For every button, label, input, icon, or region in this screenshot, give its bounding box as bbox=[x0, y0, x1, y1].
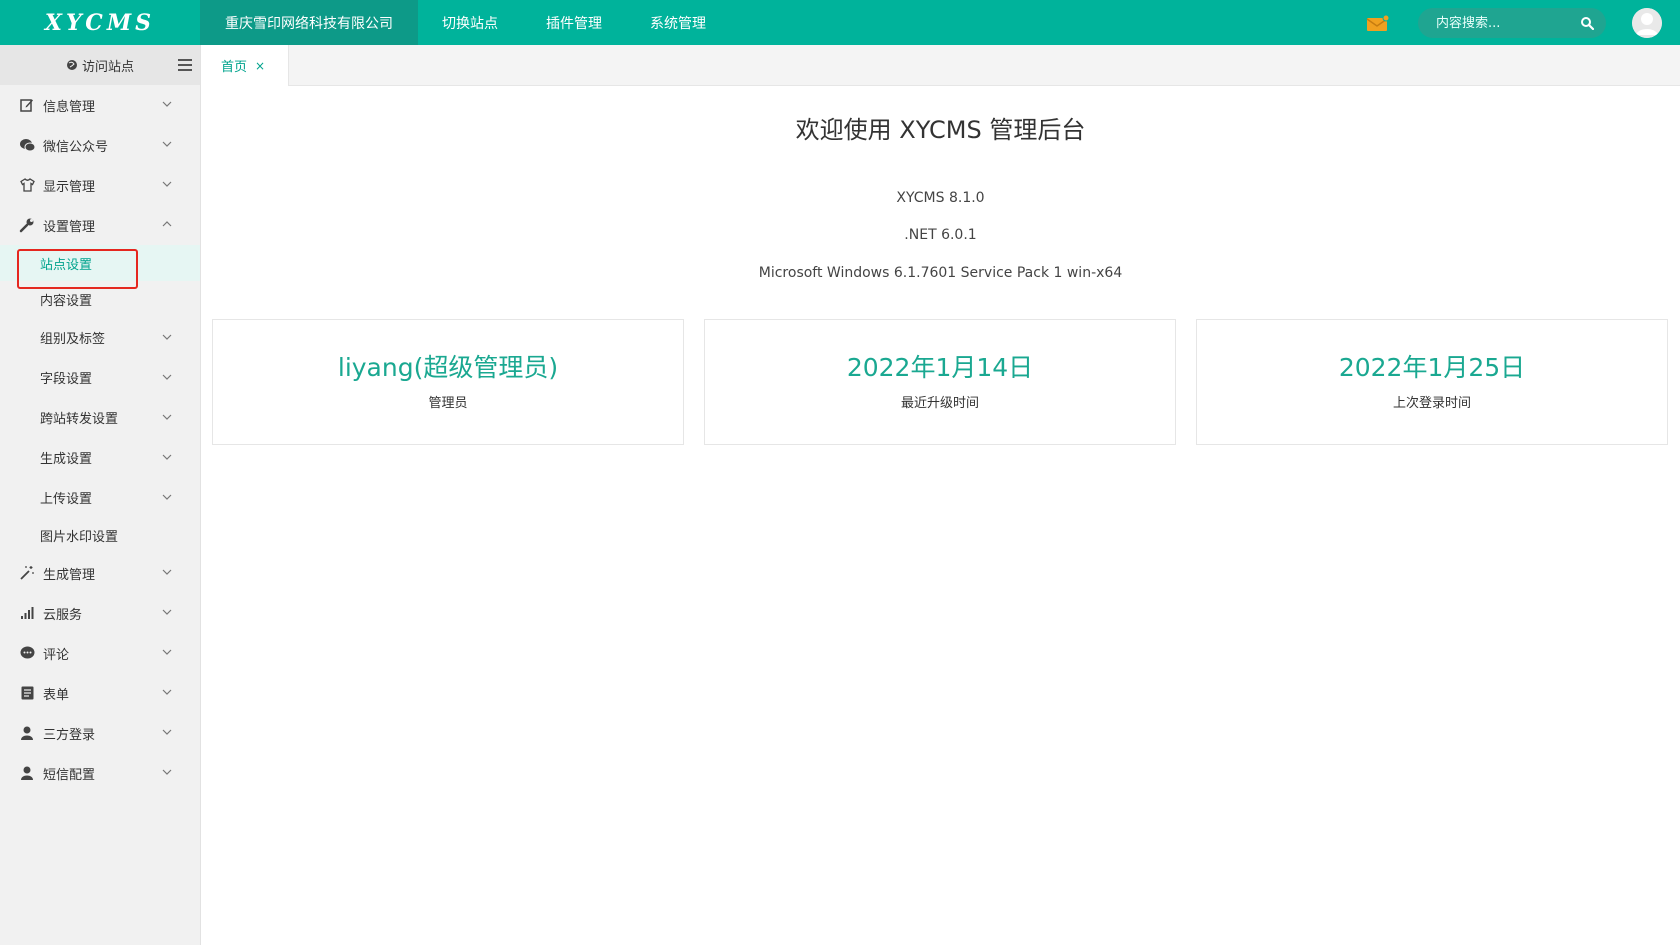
card-label: 上次登录时间 bbox=[1392, 396, 1471, 411]
sidebar-subitem-cross-site[interactable]: 跨站转发设置 bbox=[0, 397, 200, 437]
visit-site-label: 访问站点 bbox=[81, 59, 134, 75]
top-bar: XYCMS 重庆雪印网络科技有限公司 切换站点 插件管理 系统管理 bbox=[0, 0, 1680, 45]
tshirt-icon bbox=[19, 177, 35, 193]
version-os: Microsoft Windows 6.1.7601 Service Pack … bbox=[758, 265, 1123, 281]
wrench-icon bbox=[19, 217, 35, 233]
sidebar-subitem-site-settings[interactable]: 站点设置 bbox=[0, 245, 200, 281]
info-card-upgrade: 2022年1月14日 最近升级时间 bbox=[704, 319, 1176, 445]
top-nav: 重庆雪印网络科技有限公司 切换站点 插件管理 系统管理 bbox=[200, 0, 730, 45]
chevron-down-icon bbox=[162, 454, 172, 460]
wechat-icon bbox=[19, 137, 35, 153]
chevron-down-icon bbox=[162, 769, 172, 775]
chevron-down-icon bbox=[162, 101, 172, 107]
sidebar-item-settings[interactable]: 设置管理 bbox=[0, 205, 200, 245]
nav-item-company[interactable]: 重庆雪印网络科技有限公司 bbox=[200, 0, 418, 45]
user-avatar-icon bbox=[1632, 8, 1662, 38]
sidebar-subitem-watermark[interactable]: 图片水印设置 bbox=[0, 517, 200, 553]
search-box bbox=[1418, 8, 1606, 38]
sidebar-subitem-groups-tags[interactable]: 组别及标签 bbox=[0, 317, 200, 357]
nav-item-plugins[interactable]: 插件管理 bbox=[522, 0, 626, 45]
sidebar-item-label: 表单 bbox=[43, 687, 70, 703]
chevron-down-icon bbox=[162, 334, 172, 340]
sidebar-subitem-generate-settings[interactable]: 生成设置 bbox=[0, 437, 200, 477]
edit-icon bbox=[19, 97, 35, 113]
card-value: 2022年1月14日 bbox=[846, 353, 1034, 382]
chevron-up-icon bbox=[162, 221, 172, 227]
sidebar-item-label: 设置管理 bbox=[43, 219, 96, 235]
form-icon bbox=[19, 685, 35, 701]
magic-wand-icon bbox=[19, 565, 35, 581]
search-icon[interactable] bbox=[1580, 16, 1594, 30]
page-title: 欢迎使用 XYCMS 管理后台 bbox=[795, 116, 1086, 144]
chevron-down-icon bbox=[162, 569, 172, 575]
visit-site-link[interactable]: 访问站点 bbox=[66, 56, 134, 75]
search-input[interactable] bbox=[1436, 8, 1576, 38]
chevron-down-icon bbox=[162, 181, 172, 187]
globe-icon bbox=[66, 60, 77, 70]
version-dotnet: .NET 6.0.1 bbox=[904, 227, 977, 243]
sidebar-item-label: 微信公众号 bbox=[43, 139, 109, 155]
chevron-down-icon bbox=[162, 374, 172, 380]
sidebar-subitem-label: 组别及标签 bbox=[40, 331, 106, 347]
info-card-last-login: 2022年1月25日 上次登录时间 bbox=[1196, 319, 1668, 445]
chevron-down-icon bbox=[162, 689, 172, 695]
sidebar-subitem-content-settings[interactable]: 内容设置 bbox=[0, 281, 200, 317]
close-icon[interactable]: × bbox=[255, 59, 265, 73]
sidebar-item-display[interactable]: 显示管理 bbox=[0, 165, 200, 205]
nav-item-system[interactable]: 系统管理 bbox=[626, 0, 730, 45]
sidebar-item-info[interactable]: 信息管理 bbox=[0, 85, 200, 125]
card-value: liyang(超级管理员) bbox=[337, 353, 559, 382]
sidebar-item-label: 显示管理 bbox=[43, 179, 96, 195]
tab-bar: 首页 × bbox=[201, 45, 1680, 86]
sidebar: 访问站点 信息管理 微信公众号 显示管理 设置管理 站点设置 内容设置 组别及标… bbox=[0, 45, 201, 945]
sidebar-subitem-label: 上传设置 bbox=[40, 491, 93, 507]
sidebar-item-comments[interactable]: 评论 bbox=[0, 633, 200, 673]
logo[interactable]: XYCMS bbox=[0, 0, 200, 45]
sidebar-header: 访问站点 bbox=[0, 45, 200, 85]
nav-item-switch-site[interactable]: 切换站点 bbox=[418, 0, 522, 45]
sidebar-item-label: 云服务 bbox=[43, 607, 83, 623]
sidebar-item-third-party-login[interactable]: 三方登录 bbox=[0, 713, 200, 753]
info-card-admin: liyang(超级管理员) 管理员 bbox=[212, 319, 684, 445]
sidebar-subitem-label: 生成设置 bbox=[40, 451, 93, 467]
sidebar-subitem-upload-settings[interactable]: 上传设置 bbox=[0, 477, 200, 517]
avatar[interactable] bbox=[1632, 8, 1662, 38]
sidebar-subitem-label: 字段设置 bbox=[40, 371, 93, 387]
chevron-down-icon bbox=[162, 141, 172, 147]
main-content: 欢迎使用 XYCMS 管理后台 XYCMS 8.1.0 .NET 6.0.1 M… bbox=[201, 86, 1680, 945]
hamburger-icon[interactable] bbox=[178, 59, 192, 71]
chevron-down-icon bbox=[162, 414, 172, 420]
card-value: 2022年1月25日 bbox=[1338, 353, 1526, 382]
sidebar-item-label: 生成管理 bbox=[43, 567, 96, 583]
sidebar-item-wechat[interactable]: 微信公众号 bbox=[0, 125, 200, 165]
sidebar-subitem-label: 跨站转发设置 bbox=[40, 411, 119, 427]
signal-bars-icon bbox=[19, 605, 35, 621]
chevron-down-icon bbox=[162, 609, 172, 615]
version-xycms: XYCMS 8.1.0 bbox=[896, 190, 985, 206]
user-icon bbox=[19, 765, 35, 781]
chevron-down-icon bbox=[162, 649, 172, 655]
comment-icon bbox=[19, 645, 35, 661]
sidebar-item-label: 三方登录 bbox=[43, 727, 96, 743]
mail-icon[interactable] bbox=[1366, 14, 1390, 32]
card-label: 最近升级时间 bbox=[900, 396, 979, 411]
chevron-down-icon bbox=[162, 494, 172, 500]
sidebar-item-label: 评论 bbox=[43, 647, 70, 663]
tab-home[interactable]: 首页 × bbox=[201, 45, 289, 86]
chevron-down-icon bbox=[162, 729, 172, 735]
sidebar-item-forms[interactable]: 表单 bbox=[0, 673, 200, 713]
sidebar-item-sms[interactable]: 短信配置 bbox=[0, 753, 200, 793]
tab-label: 首页 bbox=[221, 60, 248, 75]
user-icon bbox=[19, 725, 35, 741]
sidebar-item-cloud[interactable]: 云服务 bbox=[0, 593, 200, 633]
card-label: 管理员 bbox=[428, 396, 468, 411]
sidebar-item-label: 信息管理 bbox=[43, 99, 96, 115]
sidebar-item-generate[interactable]: 生成管理 bbox=[0, 553, 200, 593]
sidebar-subitem-field-settings[interactable]: 字段设置 bbox=[0, 357, 200, 397]
sidebar-item-label: 短信配置 bbox=[43, 767, 96, 783]
